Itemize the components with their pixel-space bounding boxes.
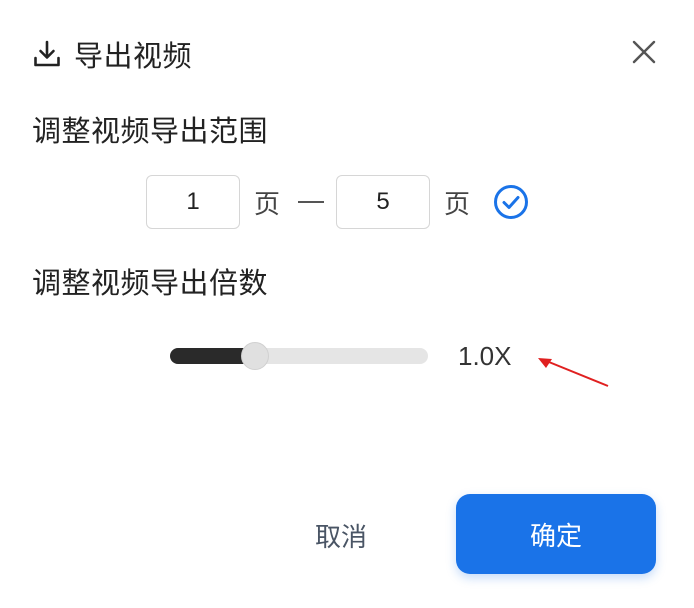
dialog-header: 导出视频 <box>32 30 192 78</box>
page-range-row: 页 页 <box>146 174 530 230</box>
range-separator <box>298 201 325 203</box>
cancel-button[interactable]: 取消 <box>296 510 386 560</box>
confirm-button[interactable]: 确定 <box>456 494 656 574</box>
annotation-arrow-icon <box>538 358 609 387</box>
end-page-input[interactable] <box>336 175 431 229</box>
export-multiple-slider[interactable] <box>170 342 430 370</box>
start-page-unit: 页 <box>254 189 281 220</box>
slider-thumb[interactable] <box>241 342 269 370</box>
dialog-title: 导出视频 <box>74 39 193 73</box>
multiple-value: 1.0X <box>458 341 512 371</box>
check-circle-icon[interactable] <box>492 183 530 221</box>
export-video-dialog: 导出视频 调整视频导出范围 页 页 调整视频导出倍数 1.0X 取消 确定 <box>0 0 694 608</box>
end-page-unit: 页 <box>444 189 471 220</box>
range-section-label: 调整视频导出范围 <box>32 114 269 148</box>
multiple-section-label: 调整视频导出倍数 <box>32 266 269 300</box>
close-icon[interactable] <box>630 38 658 66</box>
start-page-input[interactable] <box>146 175 240 229</box>
download-icon <box>32 39 62 69</box>
